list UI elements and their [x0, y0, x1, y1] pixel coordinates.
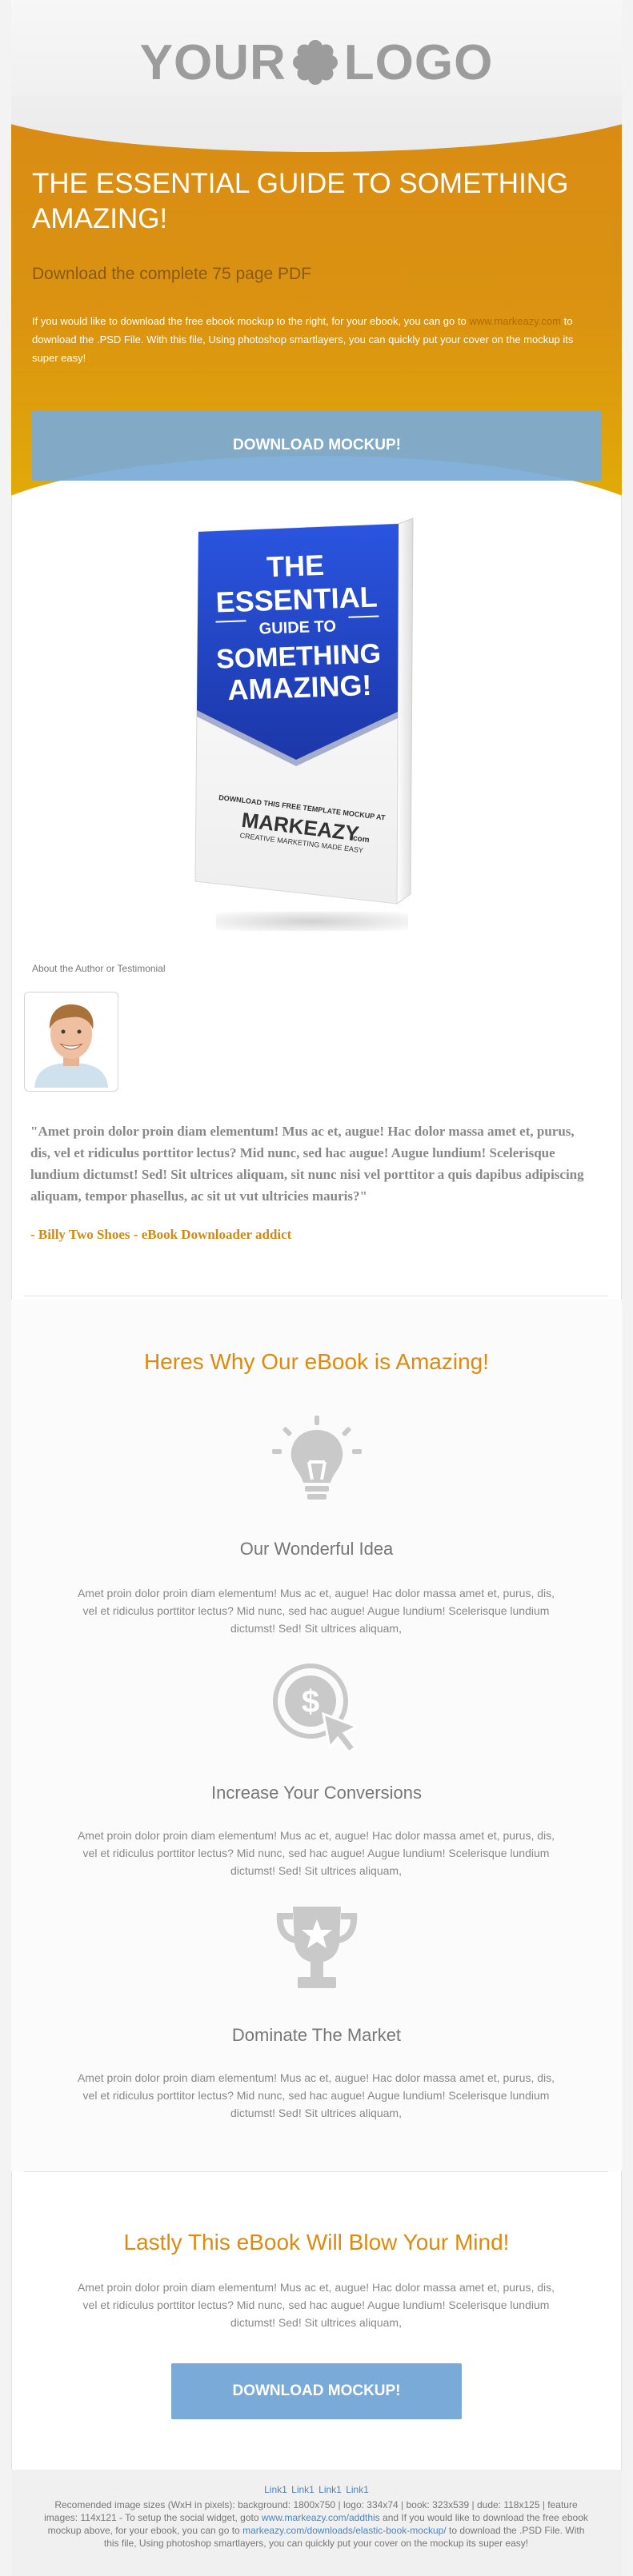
section-divider-2 [24, 2171, 608, 2172]
footer-link-1[interactable]: Link1 [264, 2484, 287, 2495]
feature-text-3: Amet proin dolor proin diam elementum! M… [77, 2071, 555, 2119]
book-title-line-2: ESSENTIAL [215, 581, 378, 619]
footer-links: Link1 Link1 Link1 Link1 [0, 2484, 633, 2495]
logo-flower-icon [292, 39, 338, 85]
footer-text: Recomended image sizes (WxH in pixels): … [40, 2498, 592, 2550]
closing-title: Lastly This eBook Will Blow Your Mind! [123, 2230, 510, 2254]
book-title-line-1: THE [266, 549, 324, 583]
lightbulb-icon [272, 1416, 362, 1500]
footer-link-mockup[interactable]: markeazy.com/downloads/elastic-book-mock… [242, 2525, 447, 2536]
testimonial-quote: "Amet proin dolor proin diam elementum! … [30, 1124, 584, 1204]
hero-text-part-1: If you would like to download the free e… [32, 315, 467, 327]
dollar-glyph: $ [302, 1684, 319, 1719]
features-title: Heres Why Our eBook is Amazing! [143, 1349, 490, 1374]
footer-link-3[interactable]: Link1 [319, 2484, 342, 2495]
download-mockup-button[interactable]: DOWNLOAD MOCKUP! [32, 410, 602, 481]
email-page: YOUR LOGO THE ESSENTIAL GUIDE TO SOMETHI… [0, 0, 633, 2576]
hero-title: THE ESSENTIAL GUIDE TO SOMETHING AMAZING… [32, 168, 569, 234]
feature-title-1: Our Wonderful Idea [239, 1539, 394, 1559]
closing-text: Amet proin dolor proin diam elementum! M… [77, 2281, 555, 2329]
footer-link-4[interactable]: Link1 [346, 2484, 369, 2495]
footer-link-addthis[interactable]: www.markeazy.com/addthis [262, 2512, 380, 2523]
hero-subtitle: Download the complete 75 page PDF [32, 265, 312, 283]
book-mockup: THE ESSENTIAL GUIDE TO SOMETHING AMAZING… [184, 512, 448, 936]
book-shadow [216, 912, 408, 931]
book-pages [396, 517, 414, 905]
download-mockup-button-bottom[interactable]: DOWNLOAD MOCKUP! [171, 2363, 462, 2419]
testimonial-author: - Billy Two Shoes - eBook Downloader add… [30, 1227, 292, 1242]
hero-top-curve [11, 96, 622, 152]
dollar-click-icon: $ [273, 1663, 360, 1755]
feature-title-3: Dominate The Market [231, 2025, 402, 2045]
feature-text-1: Amet proin dolor proin diam elementum! M… [77, 1587, 555, 1635]
book-rule-right [348, 615, 379, 618]
author-photo [28, 996, 114, 1088]
logo-text-right: LOGO [343, 35, 494, 90]
hero-banner: THE ESSENTIAL GUIDE TO SOMETHING AMAZING… [11, 96, 622, 496]
book-cover: THE ESSENTIAL GUIDE TO SOMETHING AMAZING… [194, 517, 414, 905]
hero-link[interactable]: www.markeazy.com [469, 315, 561, 327]
feature-text-2: Amet proin dolor proin diam elementum! M… [77, 1829, 555, 1877]
book-title-line-3: GUIDE TO [258, 617, 336, 637]
author-avatar [24, 992, 118, 1092]
testimonial-label: About the Author or Testimonial [32, 963, 166, 974]
logo: YOUR LOGO [11, 37, 622, 94]
hero-text: If you would like to download the free e… [32, 312, 600, 367]
footer-link-2[interactable]: Link1 [291, 2484, 314, 2495]
feature-title-2: Increase Your Conversions [211, 1783, 422, 1803]
logo-text-left: YOUR [139, 35, 286, 90]
trophy-icon [276, 1907, 358, 1988]
book-title-line-5: AMAZING! [227, 669, 372, 706]
